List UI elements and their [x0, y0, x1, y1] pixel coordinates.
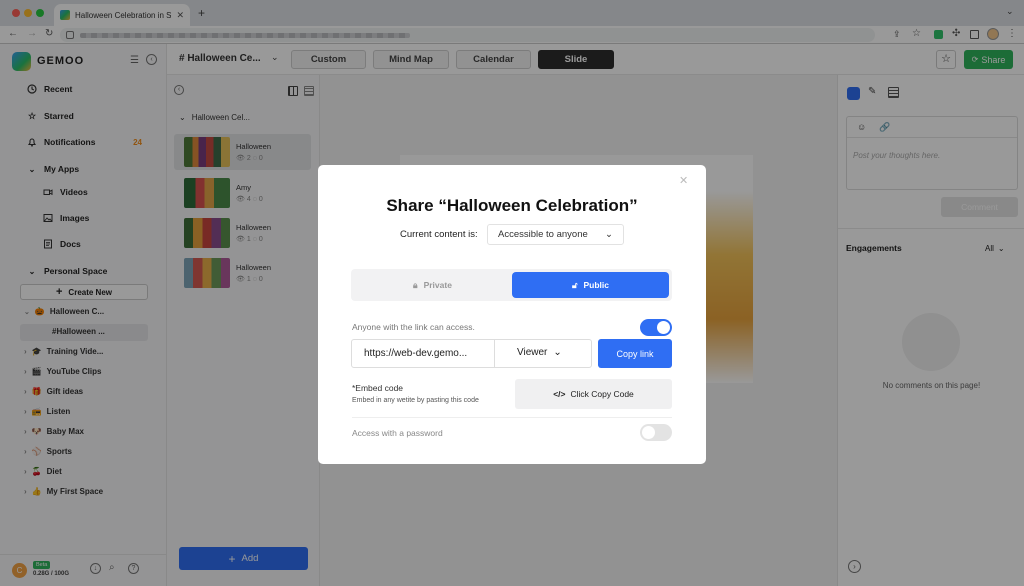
password-label: Access with a password [352, 428, 443, 438]
link-access-toggle[interactable] [640, 319, 672, 336]
divider [352, 417, 672, 418]
public-option[interactable]: 🔓︎ Public [512, 272, 669, 298]
private-option[interactable]: 🔒︎ Private [354, 272, 511, 298]
lock-icon: 🔒︎ [413, 279, 418, 290]
role-value: Viewer [517, 347, 548, 358]
private-label: Private [423, 280, 452, 290]
role-select[interactable]: Viewer ⌄ [517, 347, 562, 358]
toggle-knob [657, 321, 670, 334]
dialog-title: Share “Halloween Celebration” [386, 196, 638, 215]
copy-embed-code-button[interactable]: </> Click Copy Code [515, 379, 672, 409]
close-icon[interactable]: ✕ [679, 174, 688, 187]
link-access-label: Anyone with the link can access. [352, 322, 475, 332]
access-level-value: Accessible to anyone [498, 229, 588, 240]
copy-code-label: Click Copy Code [570, 389, 634, 399]
field-divider [494, 340, 495, 367]
public-label: Public [583, 280, 610, 290]
toggle-knob [642, 426, 655, 439]
share-link-field[interactable]: https://web-dev.gemo... Viewer ⌄ [351, 339, 592, 368]
content-access-label: Current content is: [400, 229, 478, 240]
code-icon: </> [553, 389, 566, 399]
chevron-down-icon: ⌄ [553, 347, 562, 358]
embed-code-title: *Embed code [352, 383, 404, 393]
embed-code-description: Embed in any wetite by pasting this code [352, 397, 479, 404]
visibility-toggle: 🔒︎ Private 🔓︎ Public [351, 269, 672, 301]
copy-link-button[interactable]: Copy link [598, 339, 672, 368]
share-url: https://web-dev.gemo... [364, 348, 468, 359]
unlock-icon: 🔓︎ [571, 279, 578, 290]
password-toggle[interactable] [640, 424, 672, 441]
access-level-select[interactable]: Accessible to anyone ⌄ [487, 224, 624, 245]
share-dialog: ✕ Share “Halloween Celebration” Current … [318, 165, 706, 464]
chevron-down-icon: ⌄ [605, 229, 613, 240]
